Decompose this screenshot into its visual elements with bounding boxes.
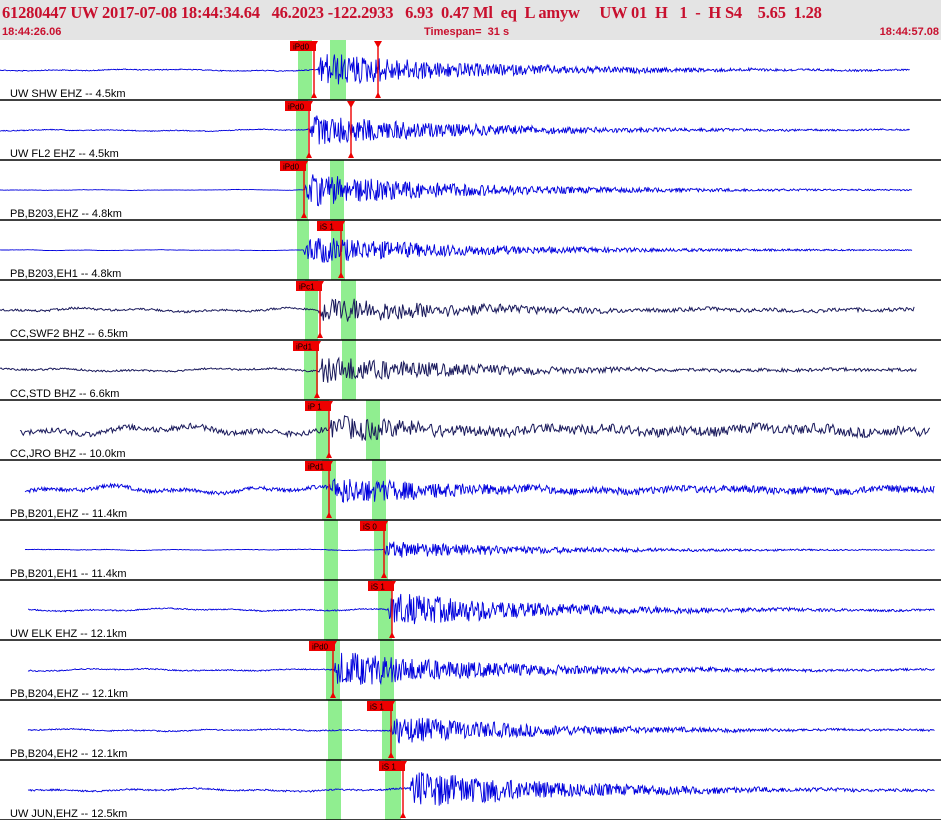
station-label: UW FL2 EHZ -- 4.5km — [10, 148, 119, 160]
phase-pick[interactable]: iS 1 — [367, 701, 395, 758]
row-separators — [0, 99, 941, 820]
waveform-trace[interactable] — [0, 356, 917, 383]
station-label: UW JUN,EHZ -- 12.5km — [10, 808, 127, 820]
station-label: PB,B201,EH1 -- 11.4km — [10, 568, 127, 580]
waveform-trace[interactable] — [24, 478, 935, 503]
pick-arrow-bottom — [348, 152, 354, 158]
event-title: 61280447 UW 2017-07-08 18:44:34.64 46.20… — [2, 3, 822, 22]
start-time: 18:44:26.06 — [2, 26, 62, 38]
pick-label: iS 1 — [382, 763, 396, 772]
pick-label: iPd1 — [308, 463, 325, 472]
pick-label: iPd0 — [293, 43, 310, 52]
pick-label: iPd0 — [288, 103, 305, 112]
waveform-trace[interactable] — [19, 415, 931, 442]
pick-label: iPd1 — [296, 343, 313, 352]
station-label: UW SHW EHZ -- 4.5km — [10, 88, 126, 100]
timespan-label: Timespan= 31 s — [424, 26, 510, 38]
end-time: 18:44:57.08 — [879, 26, 939, 38]
waveform-trace[interactable] — [27, 772, 935, 806]
pick-arrow-top — [374, 41, 382, 48]
waveform-trace[interactable] — [27, 717, 935, 744]
traces — [0, 54, 935, 806]
station-label: UW ELK EHZ -- 12.1km — [10, 628, 127, 640]
pick-label: iS 1 — [371, 583, 385, 592]
pick-arrow-bottom — [375, 92, 381, 98]
station-label: PB,B204,EHZ -- 12.1km — [10, 688, 128, 700]
waveform-trace[interactable] — [0, 115, 910, 145]
pick-label: iP 1 — [308, 403, 322, 412]
pick-label: iPc1 — [299, 283, 315, 292]
station-label: PB,B203,EH1 -- 4.8km — [10, 268, 121, 280]
phase-pick[interactable]: iPd0 — [280, 161, 308, 218]
waveform-trace[interactable] — [27, 652, 935, 686]
station-label: PB,B201,EHZ -- 11.4km — [10, 508, 127, 520]
pick-label: iPd0 — [312, 643, 329, 652]
waveform-trace[interactable] — [0, 174, 913, 207]
waveform-trace[interactable] — [0, 54, 910, 85]
phase-pick[interactable]: iPd1 — [305, 461, 333, 518]
waveform-trace[interactable] — [0, 238, 913, 263]
event-header: 61280447 UW 2017-07-08 18:44:34.64 46.20… — [0, 0, 941, 40]
pick-arrow-top — [347, 101, 355, 108]
pick-label: iS 1 — [370, 703, 384, 712]
phase-window — [341, 280, 356, 340]
station-label: PB,B203,EHZ -- 4.8km — [10, 208, 122, 220]
pick-label: iS 1 — [320, 223, 334, 232]
waveform-trace[interactable] — [0, 298, 915, 322]
pick-label: iPd0 — [283, 163, 300, 172]
station-label: CC,SWF2 BHZ -- 6.5km — [10, 328, 128, 340]
station-label: CC,JRO BHZ -- 10.0km — [10, 448, 126, 460]
station-label: CC,STD BHZ -- 6.6km — [10, 388, 119, 400]
waveform-trace[interactable] — [28, 593, 935, 625]
phase-window — [324, 580, 338, 640]
seismogram-panel[interactable]: iPd0 iPd0 iPd0 iS 1 iPc1 iPd1 iP 1 iPd1 iS 0 iS 1… — [0, 40, 941, 820]
pick-label: iS 0 — [363, 523, 377, 532]
waveform-trace[interactable] — [24, 541, 935, 558]
station-label: PB,B204,EH2 -- 12.1km — [10, 748, 127, 760]
station-labels: UW SHW EHZ -- 4.5km UW FL2 EHZ -- 4.5km PB… — [10, 88, 128, 820]
